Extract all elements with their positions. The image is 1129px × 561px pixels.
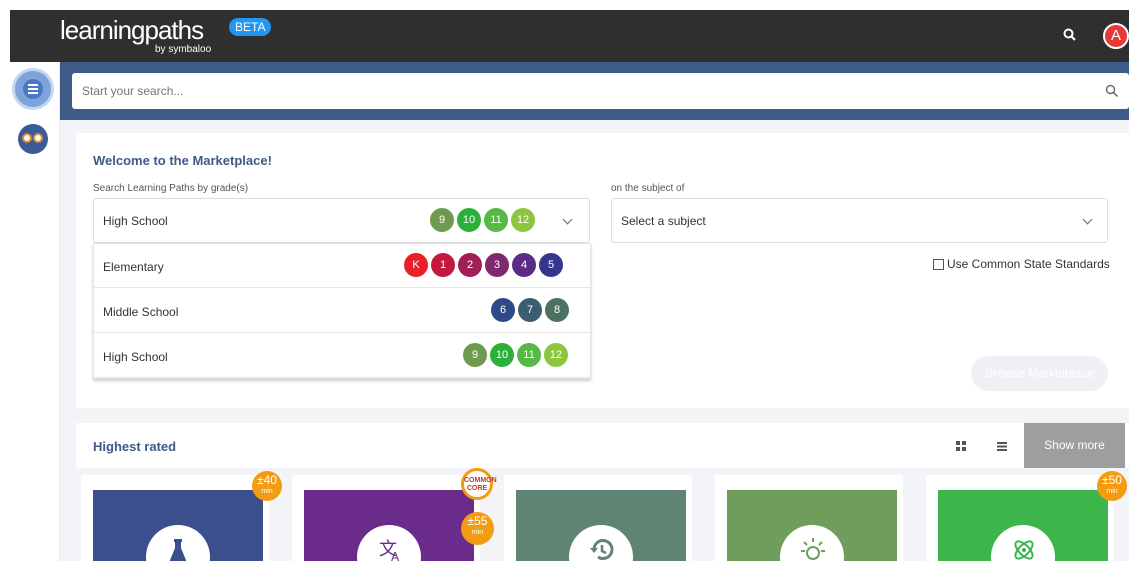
grid-view-icon[interactable] [956, 441, 966, 451]
subject-select[interactable]: Select a subject [611, 198, 1108, 243]
top-bar: learningpaths by symbaloo BETA A [10, 10, 1129, 62]
grade-dot: 10 [490, 343, 514, 367]
flask-icon [169, 539, 187, 561]
lightbulb-icon [801, 538, 825, 560]
show-more-button[interactable]: Show more [1024, 423, 1125, 468]
grade-dot: 12 [511, 208, 535, 232]
grade-label: Search Learning Paths by grade(s) [93, 183, 249, 194]
history-icon [590, 539, 614, 560]
grade-select[interactable]: High School 9 10 11 12 [93, 198, 590, 243]
grade-option-label: Middle School [103, 305, 179, 319]
grade-option-elementary[interactable]: Elementary K 1 2 3 4 5 [94, 244, 590, 288]
search-icon[interactable] [1062, 27, 1078, 43]
grade-dot: 9 [463, 343, 487, 367]
card-image [93, 490, 263, 561]
grade-dot: 11 [484, 208, 508, 232]
search-band [60, 62, 1129, 120]
left-sidebar [0, 62, 60, 561]
highest-rated-title: Highest rated [93, 439, 177, 454]
path-card[interactable]: ±40 min [81, 471, 282, 561]
grade-dot: 4 [512, 253, 536, 277]
card-image: 文 A [304, 490, 474, 561]
grade-dot: 12 [544, 343, 568, 367]
path-card[interactable]: ±50 min [926, 471, 1127, 561]
owl-mascot-icon[interactable] [18, 124, 48, 154]
grade-option-high-school[interactable]: High School 9 10 11 12 [94, 334, 590, 378]
browse-marketplace-button[interactable]: Browse Marketplace [971, 356, 1108, 391]
duration-badge: ±40 min [252, 471, 282, 501]
grade-option-label: High School [103, 350, 168, 364]
card-image [938, 490, 1108, 561]
list-view-icon[interactable] [997, 442, 1007, 451]
path-card[interactable]: 文 A COMMON CORE ±55 min [292, 468, 497, 561]
grade-dot: 3 [485, 253, 509, 277]
logo-subtext: by symbaloo [155, 44, 212, 55]
grade-dot: 8 [545, 298, 569, 322]
selected-grade-dots: 9 10 11 12 [430, 208, 535, 232]
search-icon[interactable] [1105, 84, 1119, 98]
common-standards-checkbox-row[interactable]: Use Common State Standards [933, 257, 1110, 271]
grade-option-label: Elementary [103, 260, 164, 274]
grade-dot: 1 [431, 253, 455, 277]
translate-icon: 文 A [379, 539, 400, 561]
common-standards-label: Use Common State Standards [947, 257, 1110, 271]
logo-text: learningpaths [60, 15, 204, 45]
common-core-badge: COMMON CORE [461, 468, 497, 500]
list-icon [23, 79, 43, 99]
card-image [516, 490, 686, 561]
card-image [727, 490, 897, 561]
path-card[interactable] [715, 475, 903, 561]
grade-dot: 2 [458, 253, 482, 277]
search-box [72, 73, 1129, 109]
menu-button[interactable] [12, 68, 54, 110]
grade-dot: 7 [518, 298, 542, 322]
subject-label: on the subject of [611, 183, 685, 194]
grade-dropdown: Elementary K 1 2 3 4 5 Middle School 6 7… [93, 243, 591, 379]
atom-icon [1014, 540, 1034, 560]
chevron-down-icon[interactable] [562, 214, 573, 225]
path-card[interactable] [504, 475, 692, 561]
search-input[interactable] [72, 73, 1129, 109]
grade-dot: 10 [457, 208, 481, 232]
grade-dot: K [404, 253, 428, 277]
beta-badge: BETA [229, 18, 272, 36]
logo[interactable]: learningpaths by symbaloo [60, 15, 211, 55]
chevron-down-icon[interactable] [1082, 214, 1093, 225]
grade-dot: 6 [491, 298, 515, 322]
subject-select-value: Select a subject [621, 214, 706, 228]
duration-badge: ±55 min [461, 512, 494, 545]
common-standards-checkbox[interactable] [933, 258, 944, 270]
grade-select-value: High School [103, 214, 168, 228]
grade-dot: 5 [539, 253, 563, 277]
grade-dot: 9 [430, 208, 454, 232]
duration-badge: ±50 min [1097, 471, 1127, 501]
grade-dot: 11 [517, 343, 541, 367]
grade-option-middle-school[interactable]: Middle School 6 7 8 [94, 289, 590, 333]
welcome-title: Welcome to the Marketplace! [93, 153, 272, 168]
highest-rated-header: Highest rated Show more [76, 423, 1129, 468]
user-avatar[interactable]: A [1103, 23, 1129, 49]
svg-text:A: A [391, 550, 400, 561]
